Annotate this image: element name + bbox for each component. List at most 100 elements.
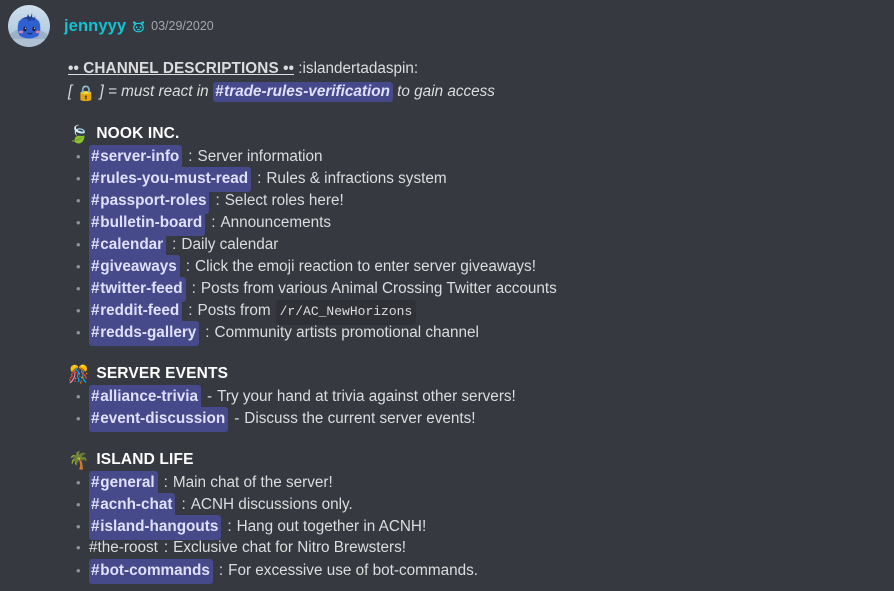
separator: : bbox=[211, 214, 216, 231]
list-bullet: • bbox=[76, 325, 81, 340]
channel-description: Posts from bbox=[197, 302, 271, 319]
list-bullet: • bbox=[76, 237, 81, 252]
channel-list-item: • #redds-gallery: Community artists promot… bbox=[76, 321, 884, 346]
channel-plain-text-the-roost: #the-roost bbox=[89, 539, 158, 556]
channel-description: Select roles here! bbox=[224, 192, 344, 209]
channel-mention-trade-rules-verification[interactable]: #trade-rules-verification bbox=[212, 82, 393, 102]
hash-icon: # bbox=[214, 83, 224, 100]
channel-mention-label: bot-commands bbox=[100, 562, 210, 579]
channel-description: Announcements bbox=[220, 214, 332, 231]
hash-icon: # bbox=[91, 192, 100, 209]
message-author[interactable]: jennyyy bbox=[64, 18, 126, 35]
content-title-emoji-code: :islandertadaspin: bbox=[298, 60, 419, 77]
section-header: 🌴 ISLAND LIFE bbox=[68, 449, 884, 471]
channel-section: 🎊 SERVER EVENTS • #alliance-trivia - Try your… bbox=[68, 363, 884, 432]
separator: : bbox=[172, 236, 177, 253]
channel-description: ACNH discussions only. bbox=[190, 496, 353, 513]
channel-description: Rules & infractions system bbox=[266, 170, 447, 187]
legend-close-bracket: ] bbox=[99, 83, 104, 100]
discord-message-view: jennyyy 03/29/2020 •• CHANNEL DESCRIPTIO… bbox=[0, 0, 894, 591]
channel-description: Posts from various Animal Crossing Twitt… bbox=[200, 280, 557, 297]
message-meta: jennyyy 03/29/2020 bbox=[64, 18, 214, 35]
channel-mention-label: passport-roles bbox=[100, 192, 207, 209]
channel-mention-label: server-info bbox=[100, 148, 180, 165]
separator: : bbox=[185, 258, 191, 275]
channel-list-item: • #bot-commands: For excessive use of bot-… bbox=[76, 559, 884, 584]
separator: : bbox=[227, 518, 232, 535]
hash-icon: # bbox=[91, 258, 100, 275]
channel-description: Community artists promotional channel bbox=[214, 324, 479, 341]
section-title: SERVER EVENTS bbox=[96, 365, 229, 382]
channel-description: For excessive use of bot-commands. bbox=[228, 562, 479, 579]
channel-sections: 🍃 NOOK INC. • #server-info: Server informati… bbox=[68, 123, 884, 584]
avatar[interactable] bbox=[8, 5, 50, 47]
channel-list-item: • #general: Main chat of the server! bbox=[76, 471, 884, 496]
separator: : bbox=[191, 280, 196, 297]
channel-mention-label: giveaways bbox=[100, 258, 177, 275]
hash-icon: # bbox=[91, 388, 100, 405]
channel-mention-label: twitter-feed bbox=[100, 280, 183, 297]
channel-mention-label: redds-gallery bbox=[100, 324, 197, 341]
hash-icon: # bbox=[91, 214, 100, 231]
channel-list-item: • #reddit-feed: Posts from/r/AC_NewHorizon… bbox=[76, 299, 884, 325]
channel-list: • #general: Main chat of the server! • #acnh… bbox=[68, 471, 884, 584]
separator: : bbox=[188, 302, 193, 319]
separator: : bbox=[218, 562, 224, 579]
channel-description: Hang out together in ACNH! bbox=[236, 518, 427, 535]
hash-icon: # bbox=[91, 170, 100, 187]
section-title: ISLAND LIFE bbox=[96, 451, 194, 468]
channel-mention-label: acnh-chat bbox=[100, 496, 173, 513]
channel-list-item: • #alliance-trivia - Try your hand at trivi… bbox=[76, 385, 884, 410]
channel-description: Discuss the current server events! bbox=[244, 410, 476, 427]
channel-list-item: • #the-roost: Exclusive chat for Nitro Bre… bbox=[76, 537, 884, 559]
hash-icon: # bbox=[91, 562, 100, 579]
legend-open-bracket: [ bbox=[68, 83, 73, 100]
list-bullet: • bbox=[76, 281, 81, 296]
chat-message: jennyyy 03/29/2020 •• CHANNEL DESCRIPTIO… bbox=[0, 0, 894, 584]
animal-face-emoji bbox=[131, 20, 146, 35]
channel-list-item: • #calendar: Daily calendar bbox=[76, 233, 884, 258]
list-bullet: • bbox=[76, 411, 81, 426]
animal-face-icon bbox=[133, 21, 145, 33]
legend-line: [ 🔒 ] = must react in #trade-rules-verif… bbox=[68, 81, 884, 103]
message-content: •• CHANNEL DESCRIPTIONS •• :islandertada… bbox=[0, 58, 894, 584]
hash-icon: # bbox=[91, 518, 100, 535]
leaf-icon: 🍃 bbox=[68, 124, 90, 144]
channel-section: 🍃 NOOK INC. • #server-info: Server informati… bbox=[68, 123, 884, 346]
list-bullet: • bbox=[76, 215, 81, 230]
channel-list: • #alliance-trivia - Try your hand at trivi… bbox=[68, 385, 884, 432]
list-bullet: • bbox=[76, 475, 81, 490]
channel-mention-label: trade-rules-verification bbox=[224, 83, 390, 100]
channel-list-item: • #acnh-chat: ACNH discussions only. bbox=[76, 493, 884, 518]
list-bullet: • bbox=[76, 497, 81, 512]
separator: : bbox=[205, 324, 210, 341]
separator: : bbox=[215, 192, 220, 209]
list-bullet: • bbox=[76, 259, 81, 274]
list-bullet: • bbox=[76, 171, 81, 186]
channel-list-item: • #twitter-feed: Posts from various Animal… bbox=[76, 277, 884, 302]
legend-equals-text: = must react in bbox=[107, 83, 209, 100]
channel-list-item: • #rules-you-must-read: Rules & infraction… bbox=[76, 167, 884, 192]
hash-icon: # bbox=[91, 410, 100, 427]
list-bullet: • bbox=[76, 519, 81, 534]
channel-list: • #server-info: Server information • #rules-… bbox=[68, 145, 884, 346]
list-bullet: • bbox=[76, 193, 81, 208]
lock-icon: 🔒 bbox=[76, 85, 96, 102]
list-bullet: • bbox=[76, 149, 81, 164]
section-title: NOOK INC. bbox=[96, 125, 180, 142]
channel-list-item: • #server-info: Server information bbox=[76, 145, 884, 170]
separator: : bbox=[257, 170, 262, 187]
channel-mention-bot-commands[interactable]: #bot-commands bbox=[89, 559, 213, 584]
separator: : bbox=[163, 539, 169, 556]
channel-description: Main chat of the server! bbox=[172, 474, 333, 491]
channel-description: Click the emoji reaction to enter server… bbox=[195, 258, 536, 275]
channel-mention-event-discussion[interactable]: #event-discussion bbox=[89, 407, 229, 432]
separator: : bbox=[181, 496, 186, 513]
channel-mention-redds-gallery[interactable]: #redds-gallery bbox=[89, 321, 200, 346]
separator: : bbox=[163, 474, 168, 491]
channel-mention-label: event-discussion bbox=[100, 410, 226, 427]
content-title: •• CHANNEL DESCRIPTIONS •• bbox=[68, 60, 295, 77]
list-bullet: • bbox=[76, 563, 81, 578]
confetti-ball-icon: 🎊 bbox=[68, 364, 90, 384]
hash-icon: # bbox=[91, 236, 100, 253]
